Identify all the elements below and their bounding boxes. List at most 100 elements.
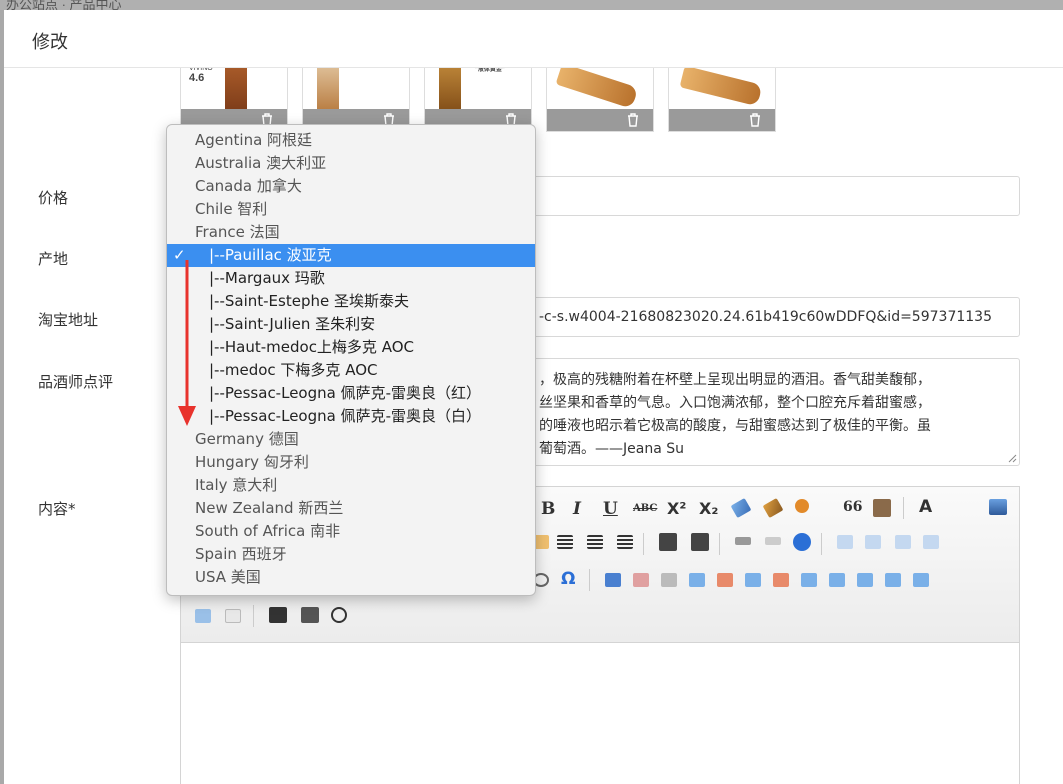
- link-icon[interactable]: [735, 537, 751, 545]
- unlink-icon[interactable]: [765, 537, 781, 545]
- toolbar-separator: [821, 533, 822, 555]
- layout-icon[interactable]: [837, 535, 853, 549]
- origin-option-country[interactable]: New Zealand 新西兰: [167, 497, 535, 520]
- review-label: 品酒师点评: [38, 373, 114, 391]
- table-delete-icon[interactable]: [633, 573, 649, 587]
- preview-icon[interactable]: [989, 499, 1007, 515]
- origin-option-country[interactable]: Hungary 匈牙利: [167, 451, 535, 474]
- origin-option-country[interactable]: Germany 德国: [167, 428, 535, 451]
- delete-col-icon[interactable]: [773, 573, 789, 587]
- origin-option-label: |--Pauillac 波亚克: [209, 246, 332, 264]
- thumbnail-bar: [669, 109, 775, 131]
- origin-option-country[interactable]: South of Africa 南非: [167, 520, 535, 543]
- print-icon[interactable]: [301, 607, 319, 623]
- origin-option-country[interactable]: France 法国: [167, 221, 535, 244]
- anchor-icon[interactable]: [793, 533, 811, 551]
- toolbar-separator: [589, 569, 590, 591]
- background-page-strip: [0, 0, 1063, 10]
- search-replace-icon[interactable]: [269, 607, 287, 623]
- font-color-button[interactable]: A: [919, 497, 932, 517]
- origin-option-region[interactable]: |--Saint-Estephe 圣埃斯泰夫: [167, 290, 535, 313]
- preview-search-icon[interactable]: [331, 607, 347, 623]
- pagebreak-icon[interactable]: [225, 609, 241, 623]
- table-caption-icon[interactable]: [661, 573, 677, 587]
- card-text: "液体黄金": [475, 67, 505, 73]
- origin-option-country[interactable]: Agentina 阿根廷: [167, 129, 535, 152]
- origin-option-label: |--Saint-Julien 圣朱利安: [209, 315, 376, 333]
- insert-col-icon[interactable]: [745, 573, 761, 587]
- origin-option-label: Italy 意大利: [195, 476, 278, 494]
- origin-option-label: Spain 西班牙: [195, 545, 287, 563]
- align-center-icon[interactable]: [557, 535, 573, 549]
- blockquote-button[interactable]: 66: [843, 499, 862, 515]
- origin-option-label: Agentina 阿根廷: [195, 131, 313, 149]
- origin-option-label: |--Pessac-Leogna 佩萨克-雷奥良（红）: [209, 384, 482, 402]
- card-text: 4.6: [189, 72, 205, 84]
- origin-option-label: Australia 澳大利亚: [195, 154, 327, 172]
- origin-option-label: South of Africa 南非: [195, 522, 341, 540]
- bold-button[interactable]: B: [541, 499, 555, 519]
- paste-icon[interactable]: [873, 499, 891, 517]
- origin-option-region[interactable]: |--Haut-medoc上梅多克 AOC: [167, 336, 535, 359]
- origin-option-region[interactable]: |--Saint-Julien 圣朱利安: [167, 313, 535, 336]
- origin-option-region[interactable]: ✓ |--Pauillac 波亚克: [167, 244, 535, 267]
- origin-option-region[interactable]: |--Pessac-Leogna 佩萨克-雷奥良（白）: [167, 405, 535, 428]
- align-left-icon[interactable]: [617, 535, 633, 549]
- font-size-increase-icon[interactable]: [659, 533, 677, 551]
- origin-option-country[interactable]: Australia 澳大利亚: [167, 152, 535, 175]
- special-char-button[interactable]: Ω: [561, 569, 575, 589]
- modal-header: 修改: [4, 10, 1063, 68]
- merge-cells-icon[interactable]: [801, 573, 817, 587]
- toolbar-separator: [719, 533, 720, 555]
- taobao-label: 淘宝地址: [38, 311, 99, 329]
- trash-icon[interactable]: [749, 113, 761, 127]
- subscript-button[interactable]: X₂: [699, 499, 718, 518]
- bottle-icon: [679, 65, 763, 107]
- origin-option-country[interactable]: Italy 意大利: [167, 474, 535, 497]
- review-line: 的唾液也昭示着它极高的酸度，与甜蜜感达到了极佳的平衡。虽: [539, 418, 931, 434]
- origin-option-region[interactable]: |--medoc 下梅多克 AOC: [167, 359, 535, 382]
- eraser-icon[interactable]: [730, 497, 752, 519]
- align-right-icon[interactable]: [587, 535, 603, 549]
- strikethrough-button[interactable]: ABC: [633, 503, 657, 514]
- toolbar-separator: [253, 605, 254, 627]
- origin-option-country[interactable]: Chile 智利: [167, 198, 535, 221]
- origin-label: 产地: [38, 250, 69, 268]
- origin-option-country[interactable]: Canada 加拿大: [167, 175, 535, 198]
- split-rows-icon[interactable]: [913, 573, 929, 587]
- table-icon[interactable]: [605, 573, 621, 587]
- origin-select-dropdown[interactable]: Agentina 阿根廷 Australia 澳大利亚 Canada 加拿大 Chil…: [166, 124, 536, 596]
- thumbnail-bar: [547, 109, 653, 131]
- layout-icon[interactable]: [923, 535, 939, 549]
- superscript-button[interactable]: X²: [667, 499, 686, 518]
- split-cols-icon[interactable]: [195, 609, 211, 623]
- italic-button[interactable]: I: [573, 499, 581, 519]
- origin-option-region[interactable]: |--Pessac-Leogna 佩萨克-雷奥良（红）: [167, 382, 535, 405]
- origin-option-region[interactable]: |--Margaux 玛歌: [167, 267, 535, 290]
- layout-icon[interactable]: [865, 535, 881, 549]
- origin-option-label: USA 美国: [195, 568, 261, 586]
- origin-option-country[interactable]: Spain 西班牙: [167, 543, 535, 566]
- origin-option-label: Hungary 匈牙利: [195, 453, 309, 471]
- origin-option-label: Chile 智利: [195, 200, 268, 218]
- layout-icon[interactable]: [895, 535, 911, 549]
- review-line: 丝坚果和香草的气息。入口饱满浓郁，整个口腔充斥着甜蜜感，: [539, 395, 931, 411]
- underline-button[interactable]: U: [603, 499, 618, 519]
- font-size-decrease-icon[interactable]: [691, 533, 709, 551]
- modal-title: 修改: [32, 32, 68, 53]
- merge-right-icon[interactable]: [829, 573, 845, 587]
- delete-row-icon[interactable]: [717, 573, 733, 587]
- merge-down-icon[interactable]: [857, 573, 873, 587]
- insert-row-icon[interactable]: [689, 573, 705, 587]
- editor-content-area[interactable]: [181, 643, 1019, 784]
- price-label: 价格: [38, 189, 69, 207]
- red-annotation-arrow: [178, 260, 196, 426]
- split-cells-icon[interactable]: [885, 573, 901, 587]
- format-painter-icon[interactable]: [762, 497, 784, 519]
- trash-icon[interactable]: [627, 113, 639, 127]
- origin-option-label: Canada 加拿大: [195, 177, 302, 195]
- magic-icon[interactable]: [795, 499, 809, 513]
- bottle-icon: [555, 63, 639, 109]
- resize-grip-icon[interactable]: [1007, 453, 1017, 463]
- origin-option-country[interactable]: USA 美国: [167, 566, 535, 589]
